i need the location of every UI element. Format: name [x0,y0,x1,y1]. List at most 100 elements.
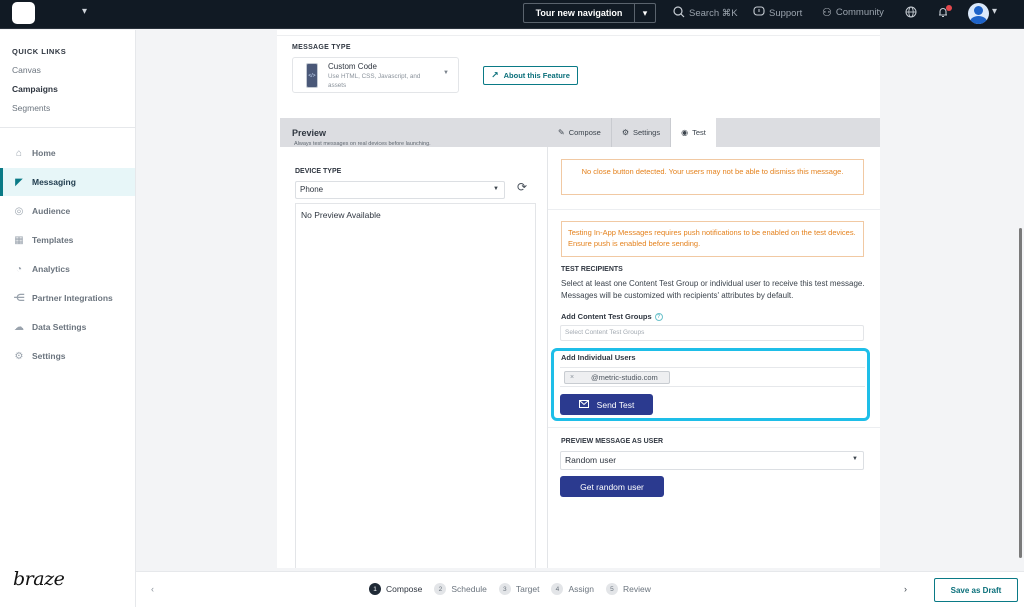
card-divider [277,35,880,36]
workspace-logo[interactable] [12,2,35,24]
gear-icon: ⚙ [14,350,24,362]
steps: 1 Compose 2 Schedule 3 Target 4 Assign 5… [369,583,651,595]
eye-icon: ◉ [681,128,689,137]
tab-test[interactable]: ◉ Test [671,118,716,147]
individual-users-input[interactable]: × @metric-studio.com [560,367,865,387]
step-number: 3 [498,583,511,595]
sidebar-item-data-settings[interactable]: ☁ Data Settings [0,313,135,341]
step-schedule[interactable]: 2 Schedule [434,583,487,595]
tab-settings[interactable]: ⚙ Settings [612,118,672,147]
caret-down-icon: ▼ [852,456,858,462]
gear-icon: ⚙ [621,128,629,137]
step-number: 4 [551,583,564,595]
analytics-icon: ◔ [15,263,23,275]
search-icon [673,6,685,21]
user-chip: × @metric-studio.com [564,371,670,384]
sidebar-item-audience[interactable]: ◎ Audience [0,197,135,225]
preview-title: Preview [292,128,327,138]
tab-label: Test [692,128,706,137]
step-review[interactable]: 5 Review [605,583,651,595]
preview-as-user-select[interactable]: Random user ▼ [560,451,864,470]
remove-chip-icon[interactable]: × [565,374,579,381]
sidebar-divider [0,127,136,128]
preview-as-user-label: PREVIEW MESSAGE AS USER [561,438,664,445]
search-label: Search ⌘K [689,8,738,19]
cloud-icon: ☁ [14,321,24,333]
tour-label[interactable]: Tour new navigation [524,4,635,22]
help-icon[interactable]: ? [654,312,663,321]
language-button[interactable] [905,6,917,21]
composer-tabs: ✎ Compose ⚙ Settings ◉ Test [548,118,716,147]
message-type-select[interactable]: </> Custom Code Use HTML, CSS, Javascrip… [292,57,459,93]
content-test-groups-label-text: Add Content Test Groups [561,312,652,321]
message-type-name: Custom Code [328,62,377,71]
step-compose[interactable]: 1 Compose [369,583,422,595]
quick-link-campaigns[interactable]: Campaigns [12,84,58,94]
sidebar-item-settings[interactable]: ⚙ Settings [0,342,135,370]
step-number: 5 [605,583,618,595]
sidebar: QUICK LINKS Canvas Campaigns Segments ⌂ … [0,30,136,607]
device-type-label: DEVICE TYPE [295,168,342,175]
sidebar-item-partner-integrations[interactable]: ⋲ Partner Integrations [0,284,135,312]
user-menu-chevron-down-icon[interactable]: ▾ [992,6,997,17]
audience-icon: ◎ [14,205,24,217]
step-label: Target [515,584,540,594]
sidebar-item-label: Audience [32,206,71,216]
home-icon: ⌂ [15,147,23,159]
step-number: 2 [434,583,447,595]
message-type-description: Use HTML, CSS, Javascript, and assets [328,73,421,89]
sidebar-item-templates[interactable]: ▦ Templates [0,226,135,254]
footer-stepper: ‹ 1 Compose 2 Schedule 3 Target 4 Assign… [136,571,1024,607]
preview-as-user-value: Random user [565,455,617,465]
quick-link-segments[interactable]: Segments [12,103,50,113]
device-type-value: Phone [300,185,324,194]
test-recipients-label: TEST RECIPIENTS [561,266,623,273]
preview-subtitle: Always test messages on real devices bef… [294,141,431,147]
page-scrollbar[interactable] [1019,228,1022,558]
globe-icon [905,6,917,21]
quick-link-canvas[interactable]: Canvas [12,65,41,75]
tour-new-navigation-button[interactable]: Tour new navigation ▾ [523,3,656,23]
section-divider [548,209,880,210]
step-number: 1 [369,583,381,595]
step-target[interactable]: 3 Target [498,583,540,595]
tab-compose[interactable]: ✎ Compose [548,118,612,147]
integrations-icon: ⋲ [13,292,25,304]
phone-code-icon: </> [306,63,318,88]
tab-label: Compose [568,128,601,137]
sidebar-item-label: Templates [32,235,74,245]
tour-chevron-down-icon[interactable]: ▾ [635,4,655,22]
get-random-user-button[interactable]: Get random user [560,476,664,497]
support-label: Support [769,7,803,19]
refresh-icon[interactable]: ⟳ [517,180,527,194]
sidebar-item-label: Partner Integrations [32,293,113,303]
pencil-icon: ✎ [558,128,565,137]
individual-users-label: Add Individual Users [561,353,636,362]
sidebar-item-home[interactable]: ⌂ Home [0,139,135,167]
next-step-icon[interactable]: › [904,584,907,594]
sidebar-item-messaging[interactable]: ◤ Messaging [0,168,135,196]
previous-step-icon[interactable]: ‹ [151,584,154,594]
caret-down-icon: ▼ [443,70,449,76]
support-button[interactable]: Support [753,6,802,20]
envelope-icon [578,399,589,410]
column-divider [547,147,548,568]
about-feature-label: About this Feature [503,71,570,80]
external-link-icon: ↗ [491,70,499,80]
quick-links-title: QUICK LINKS [12,47,67,56]
content-test-groups-label: Add Content Test Groups ? [561,312,663,321]
workspace-chevron-down-icon[interactable]: ▾ [82,6,87,17]
device-type-select[interactable]: Phone ▼ [295,181,505,199]
search-button[interactable]: Search ⌘K [673,6,738,21]
sidebar-item-analytics[interactable]: ◔ Analytics [0,255,135,283]
community-label: Community [835,7,884,18]
send-test-button[interactable]: Send Test [560,394,653,415]
about-feature-button[interactable]: ↗ About this Feature [483,66,578,85]
save-as-draft-button[interactable]: Save as Draft [934,578,1018,602]
user-avatar[interactable] [968,3,989,24]
content-test-groups-input[interactable]: Select Content Test Groups [560,325,864,341]
step-assign[interactable]: 4 Assign [551,583,594,595]
community-button[interactable]: ⚇ Community [822,6,884,19]
support-icon [753,6,765,20]
no-preview-text: No Preview Available [301,210,381,220]
